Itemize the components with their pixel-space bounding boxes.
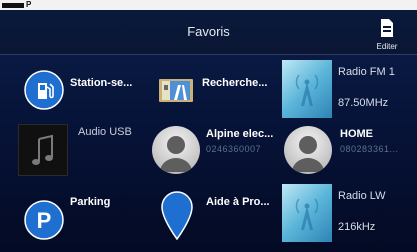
edit-label: Editer [376,42,398,51]
top-strip: P [0,0,417,10]
radio-antenna-icon [295,198,319,230]
radio-antenna-icon [295,74,319,106]
favorite-label: Recherche... [202,77,268,89]
map-pin-icon [161,191,193,241]
favorite-label: Audio USB [78,126,132,138]
favorite-parking[interactable]: P Parking [14,190,146,250]
favorite-label: Station-se... [70,77,133,89]
radio-frequency: 216kHz [338,221,376,233]
radio-frequency: 87.50MHz [338,97,389,109]
document-edit-icon [381,19,393,37]
music-artwork [18,124,68,176]
favorite-alpine-elec[interactable]: Alpine elec... 0246360007 [146,122,278,182]
music-note-icon [32,134,53,165]
favorite-station-service[interactable]: Station-se... [14,60,146,120]
favorite-aide-pro[interactable]: Aide à Pro... [146,188,278,248]
favorite-audio-usb[interactable]: Audio USB [18,124,150,184]
favorite-label: Aide à Pro... [206,196,270,208]
favorite-phone: 080283361... [340,144,399,154]
page-title: Favoris [187,24,230,39]
favorites-screen: P Favoris Editer Station-se... Recherche… [0,0,417,252]
favorite-label: Parking [70,196,111,208]
drag-grip-icon [2,3,24,8]
favorite-radio-lw[interactable]: Radio LW 216kHz [282,184,414,242]
edit-button[interactable]: Editer [367,14,407,52]
parking-icon: P [24,200,64,240]
map-search-icon [159,79,193,102]
radio-artwork [282,184,332,242]
svg-text:P: P [37,208,52,233]
favorite-home[interactable]: HOME 080283361... [278,122,410,182]
radio-name: Radio LW [338,190,386,202]
fuel-station-icon [24,70,64,110]
header-bar: Favoris Editer [0,10,417,55]
favorite-radio-fm1[interactable]: Radio FM 1 87.50MHz [282,60,414,118]
radio-name: Radio FM 1 [338,66,395,78]
contact-avatar-icon [152,126,200,174]
favorite-label: Alpine elec... [206,128,274,140]
contact-avatar-icon [284,126,332,174]
radio-artwork [282,60,332,118]
strip-mark: P [26,0,32,9]
favorite-recherche[interactable]: Recherche... [146,60,278,120]
favorite-label: HOME [340,128,373,140]
favorite-phone: 0246360007 [206,144,262,154]
